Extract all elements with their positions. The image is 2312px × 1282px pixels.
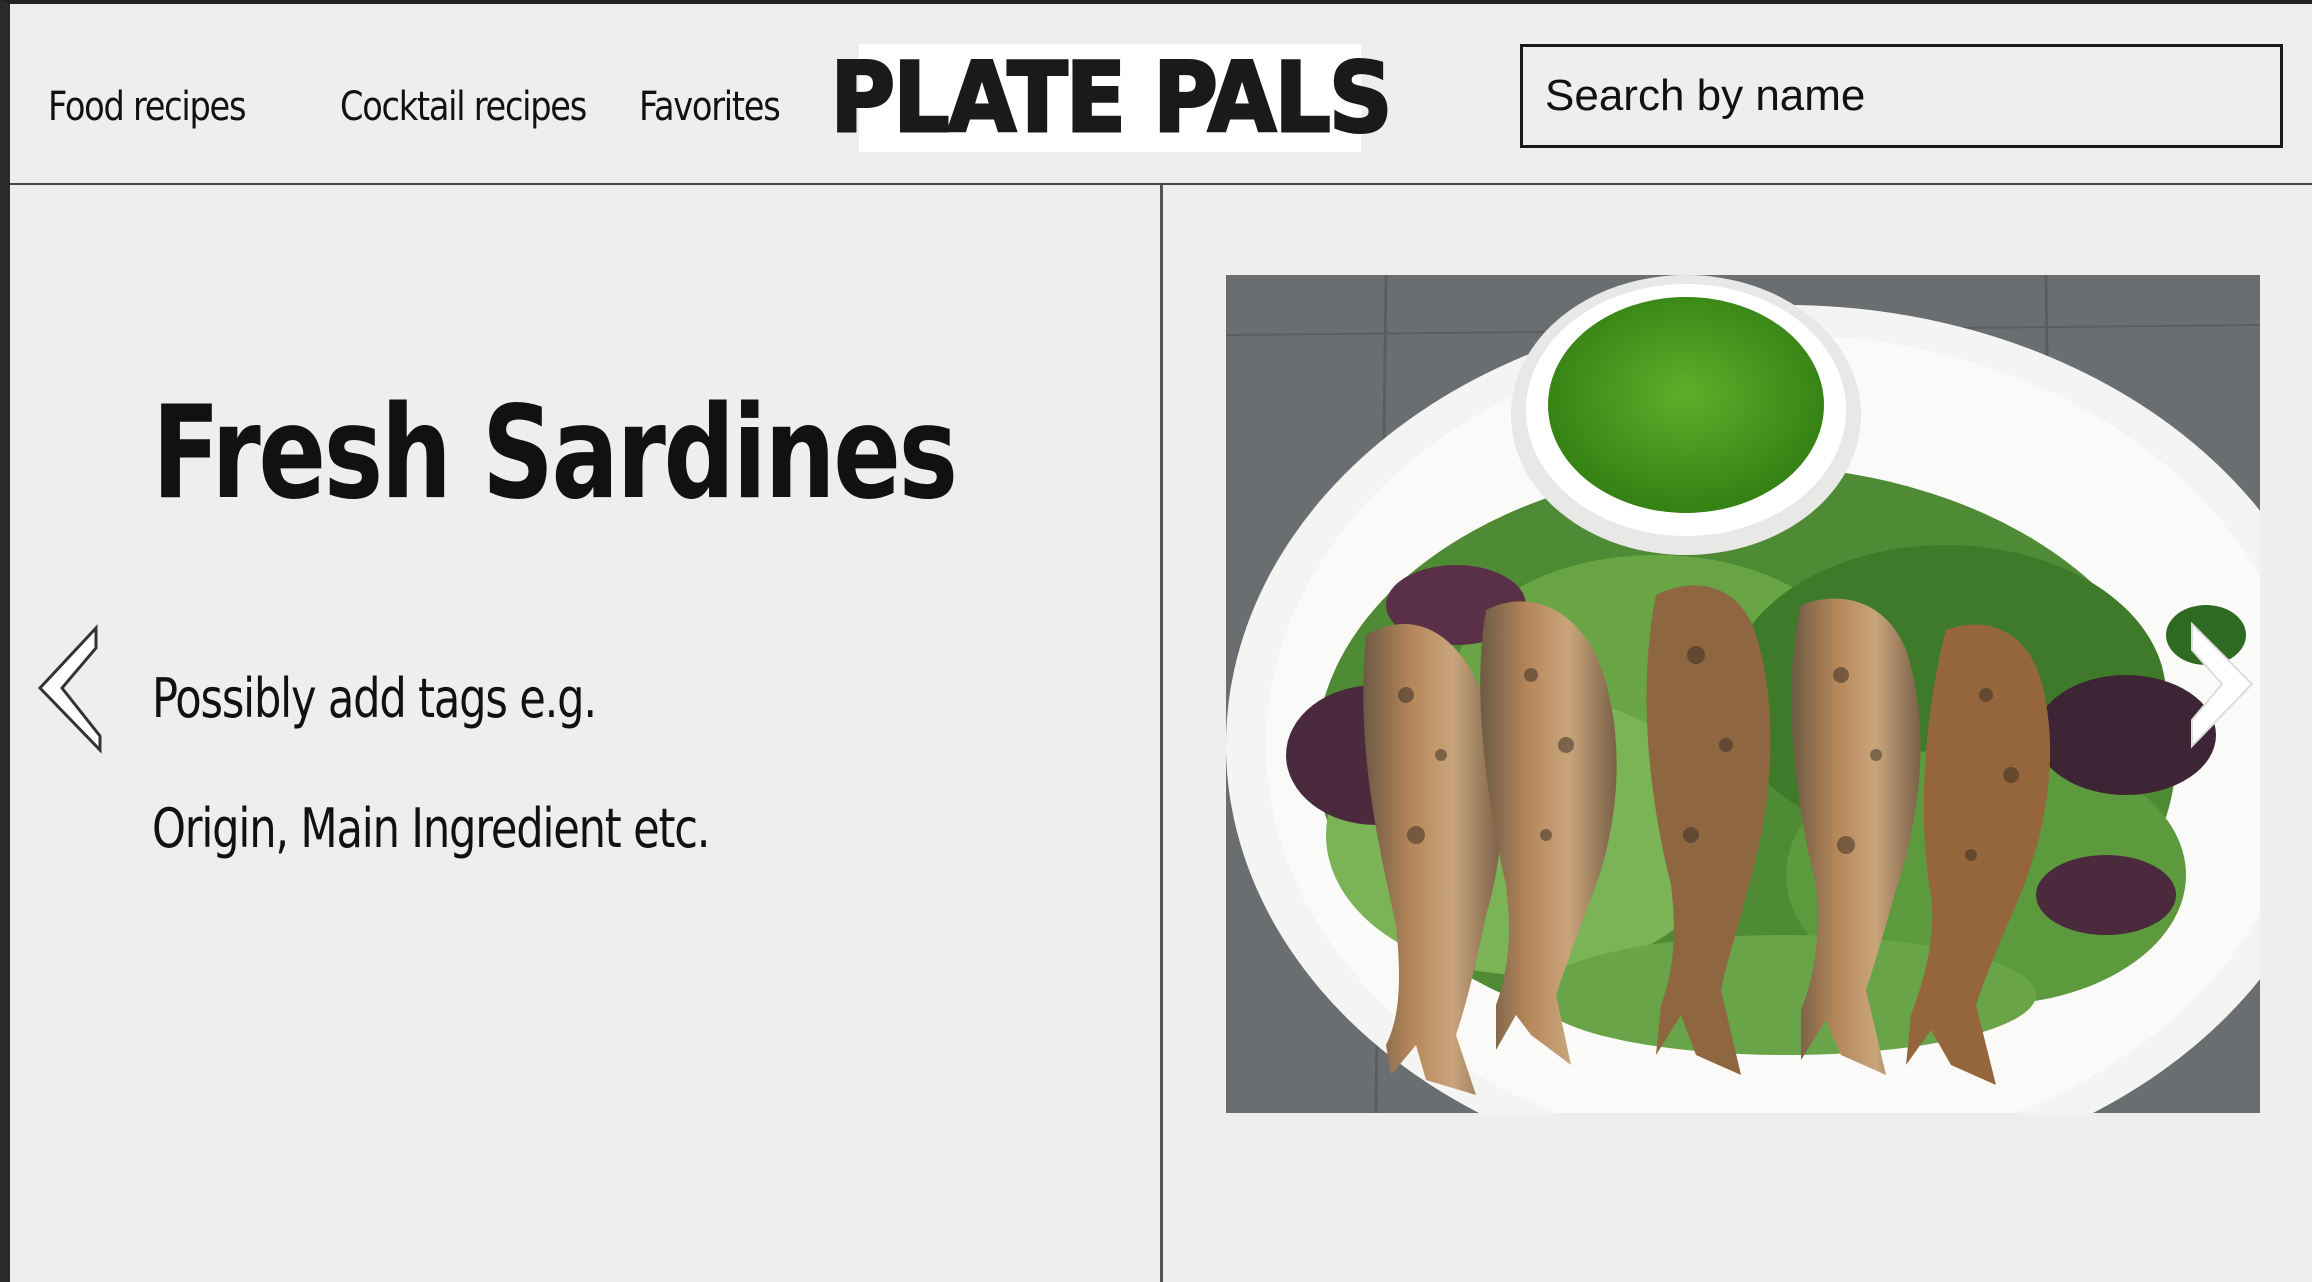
site-header: Food recipes Cocktail recipes Favorites … <box>10 4 2312 185</box>
pane-divider <box>1160 185 1163 1282</box>
nav-food-recipes[interactable]: Food recipes <box>48 84 261 130</box>
chevron-left-icon[interactable] <box>36 624 106 754</box>
sardines-image <box>1226 275 2260 1113</box>
logo-text: PLATE PALS <box>828 42 1393 154</box>
main-nav: Food recipes Cocktail recipes Favorites <box>48 84 789 130</box>
nav-cocktail-recipes[interactable]: Cocktail recipes <box>340 84 587 130</box>
site-logo[interactable]: PLATE PALS <box>828 44 1393 152</box>
recipe-title: Fresh Sardines <box>152 379 958 528</box>
recipe-photo <box>1226 275 2260 1113</box>
recipe-tags: Possibly add tags e.g. Origin, Main Ingr… <box>152 667 710 932</box>
chevron-right-icon[interactable] <box>2186 620 2266 750</box>
nav-favorites[interactable]: Favorites <box>639 84 781 130</box>
tags-line-1: Possibly add tags e.g. <box>152 667 597 730</box>
tags-line-2: Origin, Main Ingredient etc. <box>152 797 710 860</box>
search-box[interactable] <box>1520 44 2283 148</box>
search-input[interactable] <box>1545 71 2280 121</box>
